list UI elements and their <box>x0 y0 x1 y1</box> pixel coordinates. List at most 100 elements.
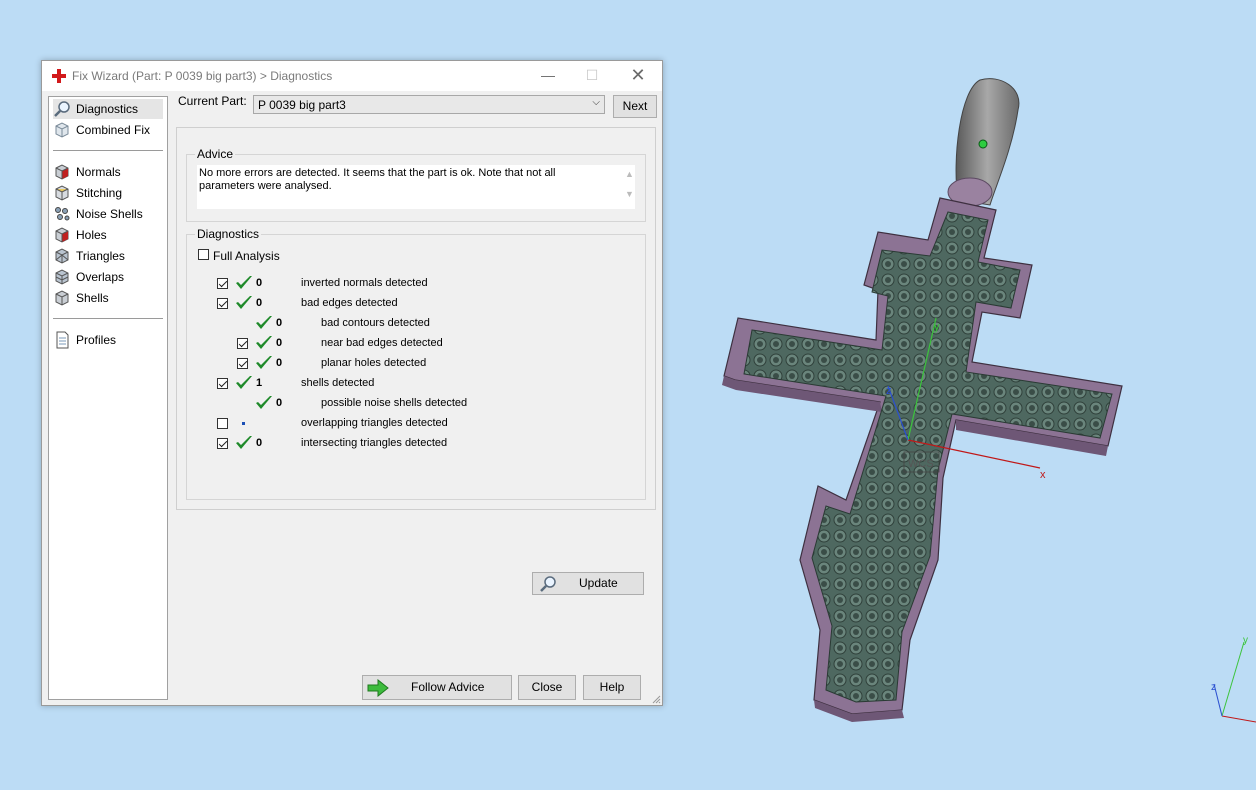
full-analysis-checkbox[interactable] <box>198 249 209 260</box>
current-part-select[interactable]: P 0039 big part3 ⌵ <box>253 95 605 114</box>
green-check-icon <box>256 316 272 329</box>
green-check-icon <box>256 396 272 409</box>
diagnostic-count: 0 <box>276 397 283 409</box>
not-analysed-dot-icon <box>242 422 245 425</box>
green-check-icon <box>236 436 252 449</box>
svg-text:y: y <box>1243 635 1248 646</box>
diagnostic-checkbox[interactable] <box>237 358 248 369</box>
advice-text: No more errors are detected. It seems th… <box>199 167 556 192</box>
profiles-document-icon <box>56 331 69 349</box>
sidebar-item-label: Diagnostics <box>76 102 139 116</box>
diagnostic-checkbox[interactable] <box>217 298 228 309</box>
sidebar-item-label: Holes <box>76 228 107 242</box>
y-axis-label: y <box>934 321 940 333</box>
triangles-cube-icon <box>55 248 69 264</box>
sidebar-item-label: Stitching <box>76 186 123 200</box>
x-axis-label: x <box>1040 469 1046 481</box>
red-cross-icon <box>52 69 66 83</box>
chevron-down-icon: ⌵ <box>592 97 600 108</box>
sidebar-item-noise-shells[interactable]: Noise Shells <box>53 204 163 224</box>
diagnostic-count: 0 <box>276 337 283 349</box>
magnifier-icon <box>54 101 70 117</box>
diagnostic-label: planar holes detected <box>321 357 427 369</box>
diagnostic-label: inverted normals detected <box>301 277 428 289</box>
diagnostic-count: 0 <box>276 317 283 329</box>
diagnostic-label: near bad edges detected <box>321 337 443 349</box>
sidebar-item-profiles[interactable]: Profiles <box>53 330 163 350</box>
resize-grip-icon[interactable] <box>651 694 661 704</box>
window-title: Fix Wizard (Part: P 0039 big part3) > Di… <box>72 69 333 83</box>
current-part-value: P 0039 big part3 <box>258 98 346 112</box>
diagnostics-group: Diagnostics Full Analysis 0 inverted norm… <box>186 227 646 595</box>
axis-triad-icon: y z <box>1211 635 1256 723</box>
advice-scrollbar[interactable]: ▲ ▼ <box>624 169 635 209</box>
diagnostic-checkbox[interactable] <box>217 378 228 389</box>
diagnostic-count: 0 <box>256 297 263 309</box>
sidebar-divider <box>53 150 163 151</box>
next-button[interactable]: Next <box>613 95 657 118</box>
sidebar-item-label: Triangles <box>76 249 125 263</box>
sidebar-item-overlaps[interactable]: Overlaps <box>53 267 163 287</box>
sidebar-item-normals[interactable]: Normals <box>53 162 163 182</box>
green-check-icon <box>236 276 252 289</box>
sidebar-item-triangles[interactable]: Triangles <box>53 246 163 266</box>
sidebar-item-label: Profiles <box>76 333 117 347</box>
diagnostic-label: overlapping triangles detected <box>301 417 448 429</box>
diagnostic-count: 0 <box>276 357 283 369</box>
diagnostic-checkbox[interactable] <box>217 418 228 429</box>
sidebar-item-diagnostics[interactable]: Diagnostics <box>53 99 163 119</box>
full-analysis-label[interactable]: Full Analysis <box>213 249 280 263</box>
diagnostic-count: 0 <box>256 437 263 449</box>
diagnostic-checkbox[interactable] <box>237 338 248 349</box>
sidebar-item-holes[interactable]: Holes <box>53 225 163 245</box>
diagnostic-count: 1 <box>256 377 263 389</box>
fix-wizard-dialog: Fix Wizard (Part: P 0039 big part3) > Di… <box>41 60 663 706</box>
sidebar-item-label: Normals <box>76 165 121 179</box>
diagnostic-checkbox[interactable] <box>217 278 228 289</box>
green-arrow-right-icon <box>367 679 389 697</box>
normals-cube-icon <box>55 164 69 180</box>
diagnostic-checkbox[interactable] <box>217 438 228 449</box>
title-bar[interactable]: Fix Wizard (Part: P 0039 big part3) > Di… <box>42 61 662 91</box>
diagnostics-panel: Advice No more errors are detected. It s… <box>176 127 656 595</box>
overlaps-cube-icon <box>55 269 69 285</box>
sidebar-item-label: Overlaps <box>76 270 125 284</box>
update-label: Update <box>579 576 618 590</box>
diagnostics-title: Diagnostics <box>195 227 262 241</box>
sidebar-item-combined-fix[interactable]: Combined Fix <box>53 120 163 140</box>
shells-cube-icon <box>55 290 69 306</box>
advice-textbox[interactable]: No more errors are detected. It seems th… <box>197 165 635 209</box>
magnifier-icon <box>540 576 556 592</box>
holes-cube-icon <box>55 227 69 243</box>
close-window-button[interactable]: ✕ <box>616 61 660 91</box>
sidebar-divider <box>53 318 163 319</box>
update-button[interactable]: Update <box>532 572 644 595</box>
close-button[interactable]: Close <box>518 675 576 700</box>
sidebar-item-label: Shells <box>76 291 109 305</box>
sidebar-item-label: Noise Shells <box>76 207 143 221</box>
minimize-button[interactable]: — <box>526 61 570 91</box>
z-axis-label: z <box>886 385 892 397</box>
diagnostic-count: 0 <box>256 277 263 289</box>
cross-pendant-model[interactable]: x y z WCS <box>722 78 1123 722</box>
green-check-icon <box>256 336 272 349</box>
combined-fix-icon <box>55 122 69 138</box>
stitching-cube-icon <box>55 185 69 201</box>
noise-shells-icon <box>55 207 70 221</box>
follow-advice-label: Follow Advice <box>411 680 485 694</box>
advice-group: Advice No more errors are detected. It s… <box>186 147 646 222</box>
sidebar-item-stitching[interactable]: Stitching <box>53 183 163 203</box>
green-check-icon <box>236 376 252 389</box>
wcs-label: WCS <box>908 458 934 470</box>
wizard-sidebar: Diagnostics Combined Fix Normals Stitchi… <box>48 96 168 700</box>
current-part-label: Current Part: <box>178 94 247 108</box>
maximize-button[interactable]: ☐ <box>570 61 614 91</box>
diagnostic-label: shells detected <box>301 377 375 389</box>
diagnostic-label: possible noise shells detected <box>321 397 468 409</box>
green-check-icon <box>236 296 252 309</box>
sidebar-item-shells[interactable]: Shells <box>53 288 163 308</box>
svg-text:z: z <box>1211 682 1216 693</box>
help-button[interactable]: Help <box>583 675 641 700</box>
sidebar-item-label: Combined Fix <box>76 123 151 137</box>
follow-advice-button[interactable]: Follow Advice <box>362 675 512 700</box>
